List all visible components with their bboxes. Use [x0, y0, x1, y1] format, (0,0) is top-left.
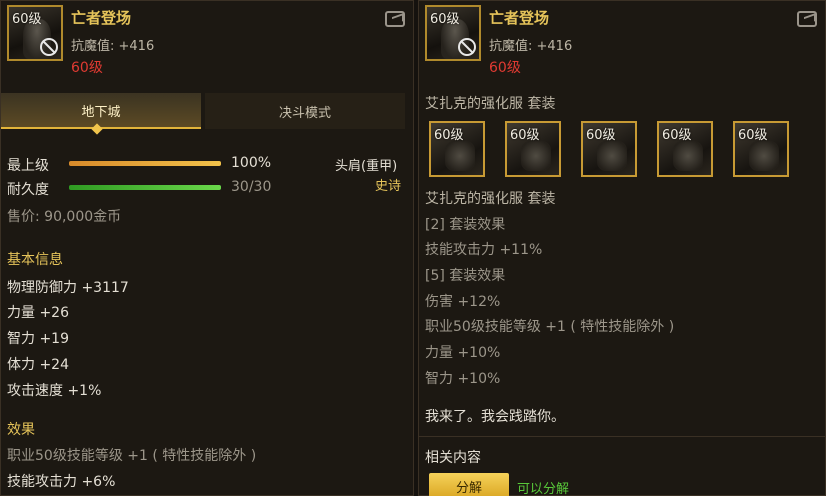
durability-label: 耐久度: [7, 182, 49, 198]
set-name: 艾扎克的强化服 套装: [425, 191, 556, 207]
set-items: 60级 60级 60级 60级 60级: [429, 119, 819, 179]
item-tooltip-right: 60级 亡者登场 抗魔值: +416 60级 艾扎克的强化服 套装 60级 60…: [418, 0, 826, 496]
set-item-level: 60级: [586, 128, 616, 143]
divider: [419, 436, 825, 437]
rarity-label: 史诗: [375, 179, 402, 194]
set-bonus-header: [5] 套装效果: [425, 268, 506, 284]
set-item-slot[interactable]: 60级: [581, 121, 637, 177]
boots-icon: [749, 141, 779, 171]
set-bonus-line: 力量 +10%: [425, 345, 501, 361]
effect-line: 职业50级技能等级 +1 ( 特性技能除外 ): [7, 448, 257, 464]
item-magic-resist: 抗魔值: +416: [489, 39, 573, 54]
item-icon: 60级: [425, 5, 481, 61]
armor-icon: [597, 141, 627, 171]
item-magic-resist: 抗魔值: +416: [71, 39, 155, 54]
item-level-badge: 60级: [12, 12, 42, 27]
effect-line: 技能攻击力 +6%: [7, 474, 116, 490]
armor-icon: [673, 141, 703, 171]
item-header: 60级 亡者登场 抗魔值: +416 60级: [425, 5, 826, 76]
related-content-title: 相关内容: [425, 450, 481, 466]
set-bonus-header: [2] 套装效果: [425, 217, 506, 233]
set-bonus-line: 技能攻击力 +11%: [425, 242, 543, 258]
grade-bar-fill: [69, 161, 221, 166]
item-level-badge: 60级: [430, 12, 460, 27]
item-level-requirement: 60级: [489, 60, 521, 76]
basic-info-title: 基本信息: [7, 252, 63, 268]
tab-dungeon[interactable]: 地下城: [1, 93, 201, 129]
set-bonus-line: 职业50级技能等级 +1 ( 特性技能除外 ): [425, 319, 675, 335]
decompose-button[interactable]: 分解: [429, 473, 509, 496]
set-item-slot[interactable]: 60级: [733, 121, 789, 177]
set-item-slot[interactable]: 60级: [429, 121, 485, 177]
item-name: 亡者登场: [489, 9, 550, 27]
item-name: 亡者登场: [71, 9, 132, 27]
sell-price: 售价: 90,000金币: [7, 209, 122, 225]
decompose-status: 可以分解: [517, 482, 570, 496]
mode-tabs: 地下城 决斗模式: [1, 93, 415, 129]
grade-value: 100%: [231, 155, 272, 171]
effects-title: 效果: [7, 422, 35, 438]
tab-pvp[interactable]: 决斗模式: [205, 93, 405, 129]
set-name: 艾扎克的强化服 套装: [425, 96, 556, 112]
no-trade-icon: [40, 38, 58, 56]
durability-bar-fill: [69, 185, 221, 190]
armor-icon: [445, 141, 475, 171]
item-tooltip-left: 60级 亡者登场 抗魔值: +416 60级 地下城 决斗模式 最上级 100%…: [0, 0, 414, 496]
stat-line: 力量 +26: [7, 305, 69, 321]
set-item-level: 60级: [662, 128, 692, 143]
set-item-slot[interactable]: 60级: [657, 121, 713, 177]
stat-line: 攻击速度 +1%: [7, 383, 102, 399]
no-trade-icon: [458, 38, 476, 56]
share-icon[interactable]: [797, 11, 817, 27]
stat-line: 物理防御力 +3117: [7, 280, 129, 296]
item-header: 60级 亡者登场 抗魔值: +416 60级: [7, 5, 419, 76]
durability-value: 30/30: [231, 179, 272, 195]
set-item-slot[interactable]: 60级: [505, 121, 561, 177]
set-bonus-line: 智力 +10%: [425, 371, 501, 387]
set-item-level: 60级: [510, 128, 540, 143]
item-icon: 60级: [7, 5, 63, 61]
grade-label: 最上级: [7, 158, 49, 174]
flavor-text: 我来了。我会践踏你。: [425, 409, 565, 425]
set-bonus-line: 伤害 +12%: [425, 294, 501, 310]
set-item-level: 60级: [738, 128, 768, 143]
stat-line: 智力 +19: [7, 331, 69, 347]
stat-line: 体力 +24: [7, 357, 69, 373]
share-icon[interactable]: [385, 11, 405, 27]
item-level-requirement: 60级: [71, 60, 103, 76]
armor-icon: [521, 141, 551, 171]
set-item-level: 60级: [434, 128, 464, 143]
slot-type: 头肩(重甲): [335, 159, 398, 174]
